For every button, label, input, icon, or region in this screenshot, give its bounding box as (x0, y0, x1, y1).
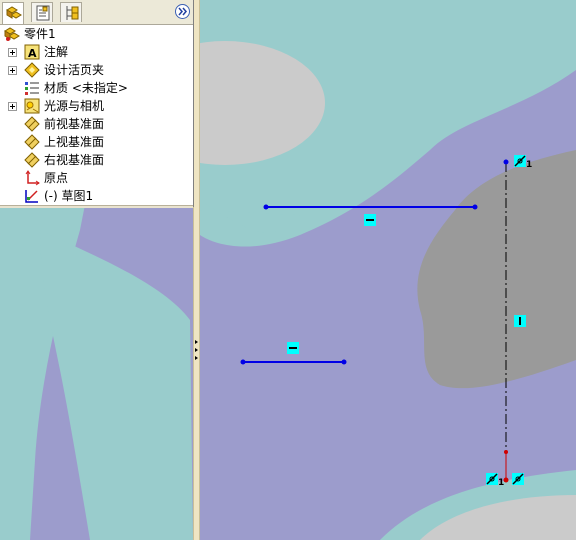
double-chevron-right-icon (178, 7, 187, 16)
tree-item-right-plane[interactable]: 右视基准面 (0, 151, 193, 169)
sketch-point[interactable] (504, 450, 508, 454)
configuration-manager-tab[interactable] (60, 2, 82, 22)
svg-text:A: A (28, 47, 37, 60)
tree-item-label: 右视基准面 (44, 153, 105, 167)
tree-item-front-plane[interactable]: 前视基准面 (0, 115, 193, 133)
configuration-manager-icon (66, 6, 79, 20)
coincident-relation-icon[interactable] (514, 155, 526, 167)
part-icon (4, 27, 20, 41)
material-icon (25, 82, 39, 95)
tree-item-label: 前视基准面 (44, 117, 105, 131)
splitter-grip-icon[interactable] (195, 338, 199, 362)
sketch-point[interactable] (472, 204, 478, 210)
tree-item-label: 上视基准面 (44, 135, 105, 149)
feature-manager-panel: 零件1 A 注解 设计活页夹 材质 <未指定> 光源与相机 前视基准面 上视基准… (0, 0, 194, 207)
tree-item-label: (-) 草图1 (44, 189, 94, 203)
tree-item-top-plane[interactable]: 上视基准面 (0, 133, 193, 151)
origin-icon (25, 170, 40, 186)
coincident-relation-icon[interactable] (486, 473, 498, 485)
relation-count-label: 1 (498, 478, 504, 488)
sketch-point[interactable] (240, 359, 246, 365)
sketch-icon (25, 190, 38, 203)
horizontal-relation-icon[interactable] (287, 342, 299, 354)
expand-toggle-icon[interactable] (8, 66, 17, 75)
expand-panel-button[interactable] (175, 4, 190, 19)
sketch-point[interactable] (503, 159, 509, 165)
expand-toggle-icon[interactable] (8, 48, 17, 57)
feature-manager-icon (6, 6, 22, 19)
sketch-point[interactable] (263, 204, 269, 210)
annotation-icon: A (24, 44, 40, 60)
tree-item-label: 光源与相机 (44, 99, 105, 113)
vertical-relation-icon[interactable] (514, 315, 526, 327)
panel-divider[interactable] (0, 205, 193, 208)
tree-item-label: 设计活页夹 (44, 63, 105, 77)
relation-count-label: 1 (526, 160, 532, 170)
property-manager-icon (36, 5, 50, 21)
feature-manager-tab[interactable] (2, 2, 24, 24)
tree-item-material[interactable]: 材质 <未指定> (0, 79, 193, 97)
tree-item-label: 注解 (44, 45, 69, 59)
design-binder-icon (24, 62, 40, 78)
tree-item-label: 材质 <未指定> (44, 81, 128, 95)
tree-item-design-binder[interactable]: 设计活页夹 (0, 61, 193, 79)
manager-tab-bar (0, 0, 193, 25)
sketch-point[interactable] (341, 359, 347, 365)
tree-item-sketch1[interactable]: (-) 草图1 (0, 187, 193, 205)
coincident-relation-icon[interactable] (512, 473, 524, 485)
plane-icon (24, 134, 40, 150)
tree-item-origin[interactable]: 原点 (0, 169, 193, 187)
expand-toggle-icon[interactable] (8, 102, 17, 111)
tree-item-label: 原点 (44, 171, 69, 185)
tree-item-annotations[interactable]: A 注解 (0, 43, 193, 61)
lights-cameras-icon (24, 98, 40, 114)
plane-icon (24, 152, 40, 168)
plane-icon (24, 116, 40, 132)
property-manager-tab[interactable] (31, 2, 53, 22)
tree-root-label: 零件1 (24, 27, 56, 41)
horizontal-relation-icon[interactable] (364, 214, 376, 226)
panel-splitter[interactable] (193, 0, 200, 540)
tree-root-part[interactable]: 零件1 (0, 25, 193, 43)
tree-item-lights-cameras[interactable]: 光源与相机 (0, 97, 193, 115)
